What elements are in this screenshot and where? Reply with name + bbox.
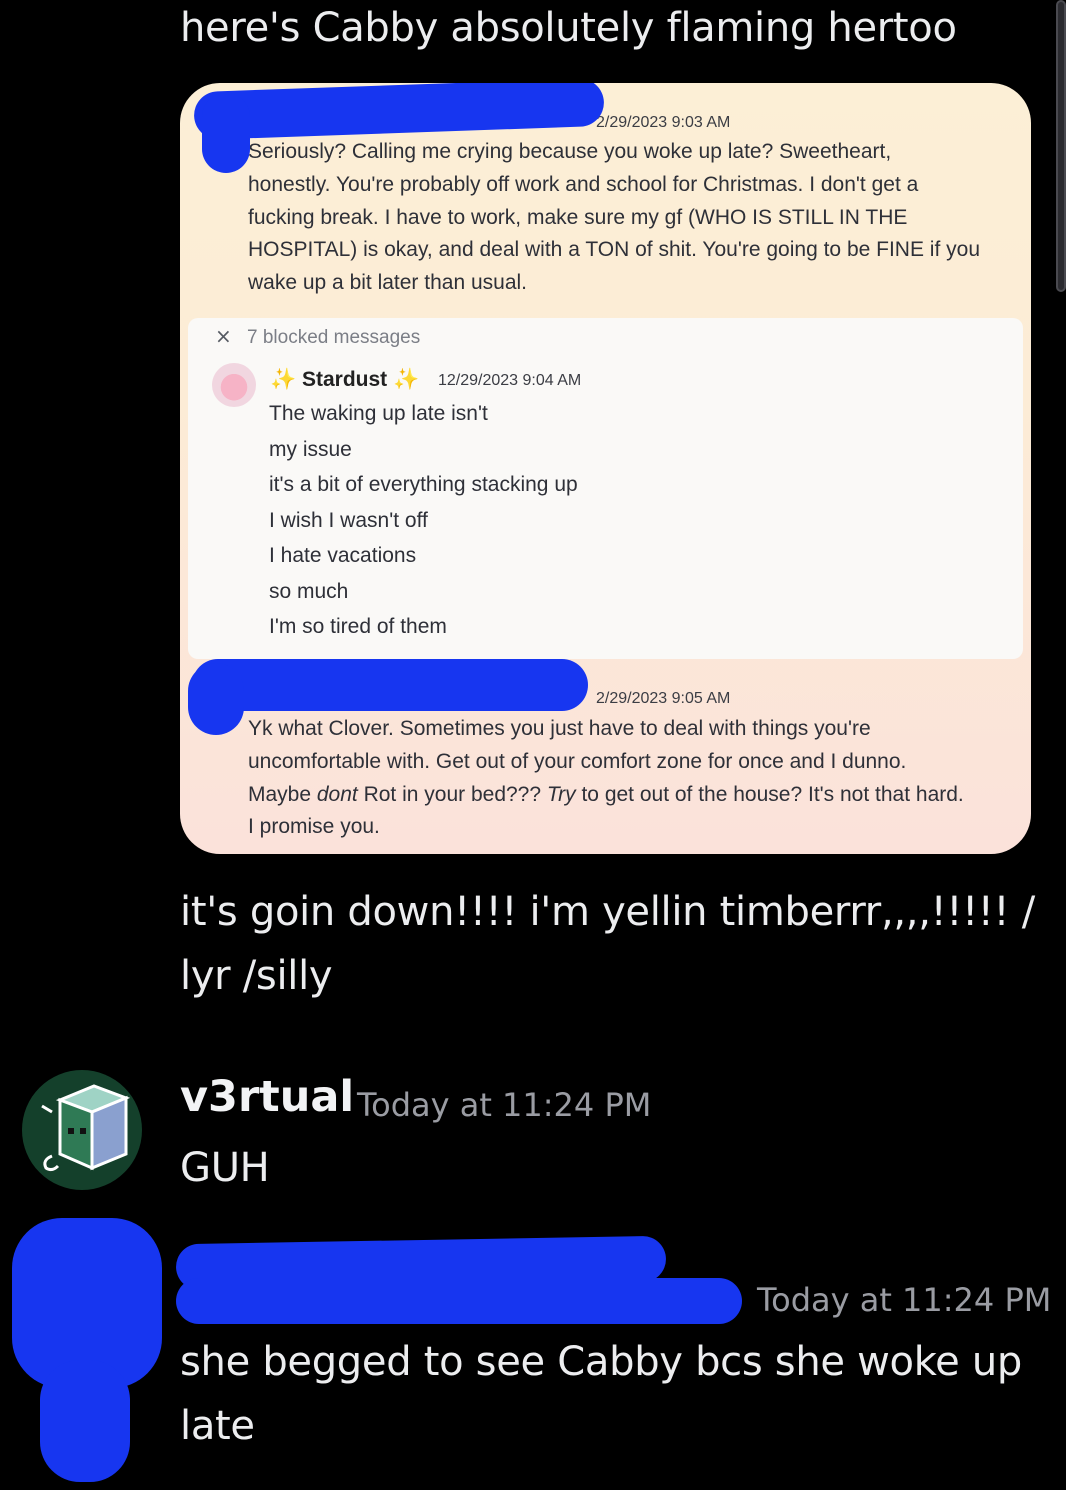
attachment-msg2-timestamp: 2/29/2023 9:05 AM — [596, 690, 731, 707]
message-lines: The waking up late isn't my issue it's a… — [269, 402, 578, 638]
attachment-msg2-body: Yk what Clover. Sometimes you just have … — [248, 717, 964, 839]
redaction-scribble — [188, 663, 244, 735]
scrollbar[interactable] — [1056, 0, 1066, 292]
message-text: she begged to see Cabby bcs she woke up … — [180, 1339, 1023, 1449]
blocked-messages-label: 7 blocked messages — [247, 327, 421, 348]
sparkle-icon: ✨ — [270, 368, 297, 391]
chat-view: here's Cabby absolutely flaming hertoo 2… — [0, 0, 1066, 1490]
message-timestamp: Today at 11:24 PM — [757, 1281, 1052, 1319]
message-text: GUH — [180, 1145, 270, 1191]
message-timestamp: 12/29/2023 9:04 AM — [438, 372, 582, 389]
redaction-scribble — [193, 83, 605, 141]
redaction-scribble — [192, 659, 588, 711]
sparkle-icon: ✨ — [393, 368, 420, 391]
attachment-msg1-body: Seriously? Calling me crying because you… — [248, 140, 980, 295]
avatar[interactable] — [22, 1070, 142, 1190]
redaction-scribble — [40, 1360, 130, 1482]
close-icon: × — [215, 324, 232, 348]
username: ✨ Stardust ✨ — [270, 368, 420, 391]
avatar — [212, 363, 256, 407]
username[interactable]: v3rtual — [180, 1072, 354, 1122]
attachment-msg1-timestamp: 2/29/2023 9:03 AM — [596, 114, 731, 131]
message-text: it's goin down!!!! i'm yellin timberrr,,… — [180, 889, 1035, 999]
image-attachment[interactable]: 2/29/2023 9:03 AM Seriously? Calling me … — [180, 83, 1031, 854]
message-text: here's Cabby absolutely flaming hertoo — [180, 5, 957, 51]
redaction-scribble — [202, 93, 250, 173]
redaction-scribble — [176, 1278, 742, 1324]
blocked-messages-panel: × 7 blocked messages ✨ Stardust ✨ 12/29/… — [188, 318, 1023, 659]
message-timestamp: Today at 11:24 PM — [357, 1086, 652, 1124]
